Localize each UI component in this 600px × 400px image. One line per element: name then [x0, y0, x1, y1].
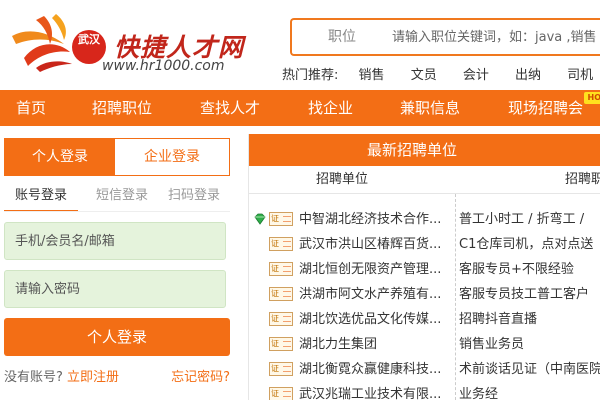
certified-icon: 证	[269, 212, 293, 226]
hot-recommend: 热门推荐: 销售 文员 会计 出纳 司机	[282, 64, 600, 84]
table-row[interactable]: 证湖北恒创无限资产管理... 客服专员+不限经验	[249, 258, 600, 281]
certified-icon: 证	[269, 312, 293, 326]
col-header-company: 招聘单位	[249, 166, 455, 194]
tab-personal-login[interactable]: 个人登录	[5, 139, 115, 175]
tab-sms-login[interactable]: 短信登录	[88, 182, 156, 212]
certified-icon: 证	[269, 237, 293, 251]
nav-companies[interactable]: 找企业	[308, 90, 353, 126]
login-method-tabs: 账号登录 短信登录 扫码登录	[4, 182, 230, 212]
search-type-selector[interactable]: 职位	[292, 20, 392, 54]
nav-home[interactable]: 首页	[16, 90, 46, 126]
hot-badge: HOT	[584, 92, 600, 104]
job-titles[interactable]: 招聘抖音直播	[459, 308, 600, 331]
hot-label: 热门推荐:	[282, 68, 339, 83]
table-row[interactable]: 证中智湖北经济技术合作... 普工小时工 / 折弯工 /	[249, 208, 600, 231]
hot-link-sales[interactable]: 销售	[359, 64, 385, 83]
nav-talent[interactable]: 查找人才	[200, 90, 260, 126]
recruit-panel: 最新招聘单位 招聘单位 招聘职 证中智湖北经济技术合作...普工小时工 / 折弯…	[248, 134, 600, 400]
site-logo[interactable]: 武汉 快捷人才网 www.hr1000.com	[6, 10, 246, 74]
search-input[interactable]	[392, 20, 600, 54]
table-row[interactable]: 证湖北力生集团 销售业务员	[249, 333, 600, 356]
login-button[interactable]: 个人登录	[4, 318, 230, 356]
logo-city-badge: 武汉	[72, 30, 106, 64]
account-input[interactable]	[4, 222, 226, 260]
job-titles[interactable]: 业务经	[459, 383, 600, 400]
table-row[interactable]: 证湖北衡霓众赢健康科技... 术前谈话见证（中南医院	[249, 358, 600, 381]
hot-link-driver[interactable]: 司机	[567, 64, 593, 83]
certified-icon: 证	[269, 387, 293, 400]
table-row[interactable]: 证武汉市洪山区椿辉百货... C1仓库司机，点对点送	[249, 233, 600, 256]
page: 武汉 快捷人才网 www.hr1000.com 职位 热门推荐: 销售 文员 会…	[0, 0, 600, 400]
nav-job-fair[interactable]: 现场招聘会	[508, 90, 583, 126]
job-titles[interactable]: 客服专员+不限经验	[459, 258, 600, 281]
certified-icon: 证	[269, 262, 293, 276]
company-name[interactable]: 中智湖北经济技术合作...	[299, 208, 455, 231]
job-titles[interactable]: C1仓库司机，点对点送	[459, 233, 600, 256]
company-name[interactable]: 湖北力生集团	[299, 333, 455, 356]
company-name[interactable]: 湖北饮选优品文化传媒...	[299, 308, 455, 331]
tab-qrcode-login[interactable]: 扫码登录	[160, 182, 228, 212]
tab-account-login[interactable]: 账号登录	[4, 182, 78, 212]
job-titles[interactable]: 术前谈话见证（中南医院	[459, 358, 600, 381]
company-name[interactable]: 湖北衡霓众赢健康科技...	[299, 358, 455, 381]
certified-icon: 证	[269, 362, 293, 376]
logo-url: www.hr1000.com	[102, 58, 225, 74]
table-row[interactable]: 证湖北饮选优品文化传媒... 招聘抖音直播	[249, 308, 600, 331]
job-titles[interactable]: 销售业务员	[459, 333, 600, 356]
company-name[interactable]: 洪湖市阿文水产养殖有...	[299, 283, 455, 306]
company-name[interactable]: 武汉兆瑞工业技术有限...	[299, 383, 455, 400]
search-box: 职位	[290, 18, 600, 56]
table-row[interactable]: 证武汉兆瑞工业技术有限... 业务经	[249, 383, 600, 400]
job-titles[interactable]: 普工小时工 / 折弯工 /	[459, 208, 600, 231]
recruit-title: 最新招聘单位	[249, 134, 600, 166]
no-account-text: 没有账号?	[4, 370, 63, 385]
hot-link-cashier[interactable]: 出纳	[515, 64, 541, 83]
company-name[interactable]: 武汉市洪山区椿辉百货...	[299, 233, 455, 256]
certified-icon: 证	[269, 287, 293, 301]
login-panel: 个人登录 企业登录 账号登录 短信登录 扫码登录 个人登录 没有账号? 立即注册…	[4, 138, 230, 400]
certified-icon: 证	[269, 337, 293, 351]
hot-link-accountant[interactable]: 会计	[463, 64, 489, 83]
table-row[interactable]: 证洪湖市阿文水产养殖有... 客服专员技工普工客户	[249, 283, 600, 306]
company-name[interactable]: 湖北恒创无限资产管理...	[299, 258, 455, 281]
main-nav: 首页 招聘职位 查找人才 找企业 兼职信息 现场招聘会	[0, 90, 600, 126]
forgot-password-link[interactable]: 忘记密码?	[171, 366, 230, 385]
header: 武汉 快捷人才网 www.hr1000.com 职位 热门推荐: 销售 文员 会…	[0, 0, 600, 90]
col-header-jobs: 招聘职	[455, 166, 600, 194]
login-tabs: 个人登录 企业登录	[4, 138, 230, 176]
diamond-icon	[254, 213, 266, 225]
tab-company-login[interactable]: 企业登录	[115, 139, 229, 175]
hot-link-clerk[interactable]: 文员	[411, 64, 437, 83]
login-footer: 没有账号? 立即注册 忘记密码?	[4, 366, 230, 386]
register-link[interactable]: 立即注册	[67, 370, 119, 385]
nav-jobs[interactable]: 招聘职位	[92, 90, 152, 126]
nav-parttime[interactable]: 兼职信息	[400, 90, 460, 126]
password-input[interactable]	[4, 270, 226, 308]
divider	[4, 211, 230, 212]
job-titles[interactable]: 客服专员技工普工客户	[459, 283, 600, 306]
